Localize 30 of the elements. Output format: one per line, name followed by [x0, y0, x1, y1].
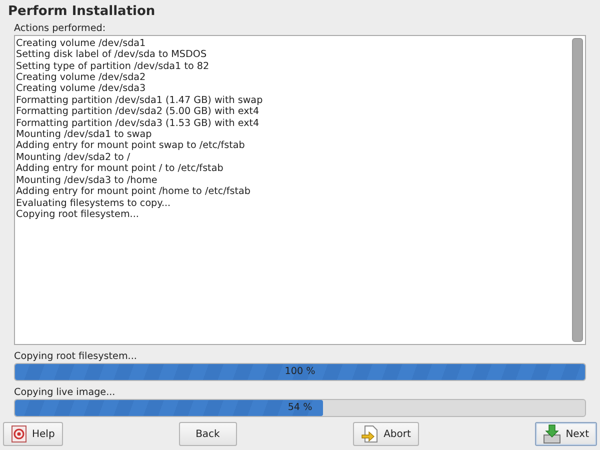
log-line: Formatting partition /dev/sda3 (1.53 GB) with ext4 — [16, 118, 260, 130]
log-line: Evaluating filesystems to copy... — [16, 198, 171, 209]
page-title: Perform Installation — [7, 3, 156, 21]
log-label: Actions performed: — [14, 22, 106, 34]
log-line: Creating volume /dev/sda3 — [16, 83, 146, 95]
log-line: Adding entry for mount point / to /etc/fstab — [16, 163, 224, 175]
scrollbar[interactable] — [572, 38, 583, 342]
progress-reading: 54 % — [288, 402, 312, 413]
log-line: Setting type of partition /dev/sda1 to 82 — [16, 60, 210, 72]
log-line: Adding entry for mount point swap to /etc/fstab — [16, 140, 245, 152]
log-line: Adding entry for mount point /home to /etc/fstab — [16, 186, 250, 198]
log-line: Formatting partition /dev/sda1 (1.47 GB) with swap — [16, 94, 263, 106]
document-arrow-icon — [360, 425, 379, 443]
log-line: Creating volume /dev/sda2 — [16, 72, 146, 84]
lifebuoy-icon — [11, 425, 27, 443]
progress-label: Copying root filesystem... — [14, 351, 137, 362]
abort-button[interactable]: Abort — [352, 422, 419, 446]
log-line: Creating volume /dev/sda1 — [16, 38, 146, 50]
log-line: Copying root filesystem... — [16, 208, 139, 220]
next-button[interactable]: Next — [534, 422, 597, 446]
log-line: Setting disk label of /dev/sda to MSDOS — [16, 49, 207, 61]
log-line: Mounting /dev/sda2 to / — [16, 152, 130, 164]
log-line: Mounting /dev/sda3 to /home — [16, 174, 158, 186]
help-button[interactable]: Help — [3, 422, 63, 446]
log-line: Mounting /dev/sda1 to swap — [16, 129, 152, 140]
log-line: Formatting partition /dev/sda2 (5.00 GB) with ext4 — [16, 106, 260, 118]
back-button[interactable]: Back — [178, 422, 237, 446]
progress-reading: 100 % — [284, 366, 316, 377]
download-tray-icon — [542, 424, 561, 444]
progress-label: Copying live image... — [14, 387, 116, 398]
